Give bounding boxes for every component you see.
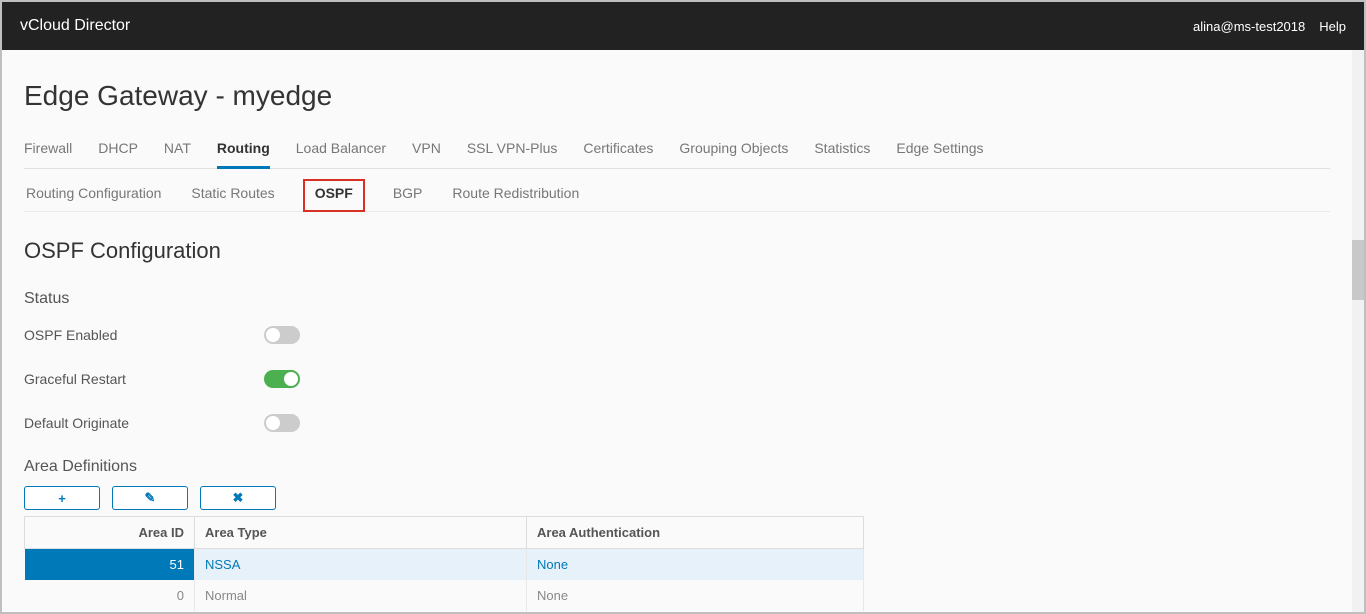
table-body: 51NSSANone0NormalNone (25, 549, 864, 612)
tab-load-balancer[interactable]: Load Balancer (296, 134, 386, 168)
form-label: Default Originate (24, 415, 264, 431)
form-row: Default Originate (24, 414, 1330, 432)
subtab-bgp[interactable]: BGP (391, 179, 425, 211)
add-button[interactable]: + (24, 486, 100, 510)
area-action-buttons: + ✎ ✖ (24, 486, 1330, 510)
help-link[interactable]: Help (1319, 19, 1346, 34)
tab-firewall[interactable]: Firewall (24, 134, 72, 168)
cell-area-type: Normal (195, 580, 527, 611)
main-tabs: Firewall DHCP NAT Routing Load Balancer VPN SS… (24, 134, 1330, 169)
top-bar: vCloud Director alina@ms-test2018 Help (2, 2, 1364, 50)
delete-icon: ✖ (233, 490, 244, 506)
col-area-type[interactable]: Area Type (195, 517, 527, 549)
status-rows: OSPF Enabled Graceful Restart Default Orig… (24, 326, 1330, 432)
sub-tabs: Routing Configuration Static Routes OSPF BG… (24, 179, 1330, 212)
user-link[interactable]: alina@ms-test2018 (1193, 19, 1305, 34)
tab-dhcp[interactable]: DHCP (98, 134, 138, 168)
tab-certificates[interactable]: Certificates (583, 134, 653, 168)
toggle-graceful-restart[interactable] (264, 370, 300, 388)
area-definitions-heading: Area Definitions (24, 458, 1330, 476)
tab-vpn[interactable]: VPN (412, 134, 441, 168)
app-frame: vCloud Director alina@ms-test2018 Help E… (2, 2, 1364, 612)
page-title: Edge Gateway - myedge (24, 80, 1330, 112)
tab-edge-settings[interactable]: Edge Settings (896, 134, 983, 168)
tab-grouping-objects[interactable]: Grouping Objects (679, 134, 788, 168)
top-right: alina@ms-test2018 Help (1193, 19, 1346, 34)
toggle-default-originate[interactable] (264, 414, 300, 432)
cell-area-auth: None (527, 580, 864, 611)
form-label: Graceful Restart (24, 371, 264, 387)
form-label: OSPF Enabled (24, 327, 264, 343)
form-row: OSPF Enabled (24, 326, 1330, 344)
edit-icon: ✎ (145, 490, 156, 506)
tab-statistics[interactable]: Statistics (814, 134, 870, 168)
scrollbar[interactable] (1352, 50, 1364, 612)
table-header-row: Area ID Area Type Area Authentication (25, 517, 864, 549)
tab-nat[interactable]: NAT (164, 134, 191, 168)
area-table: Area ID Area Type Area Authentication 51… (24, 516, 864, 611)
form-row: Graceful Restart (24, 370, 1330, 388)
table-row[interactable]: 51NSSANone (25, 549, 864, 581)
tab-ssl-vpn-plus[interactable]: SSL VPN-Plus (467, 134, 558, 168)
col-area-auth[interactable]: Area Authentication (527, 517, 864, 549)
content-area: Edge Gateway - myedge FirewallDHCPNATRou… (2, 50, 1352, 612)
scrollbar-thumb[interactable] (1352, 240, 1364, 300)
delete-button[interactable]: ✖ (200, 486, 276, 510)
brand: vCloud Director (20, 17, 130, 35)
subtab-ospf[interactable]: OSPF (303, 179, 365, 212)
subtab-route-redistribution[interactable]: Route Redistribution (450, 179, 581, 211)
status-heading: Status (24, 290, 1330, 308)
cell-area-auth: None (527, 549, 864, 581)
cell-area-id: 51 (25, 549, 195, 581)
subtab-routing-configuration[interactable]: Routing Configuration (24, 179, 163, 211)
tab-routing[interactable]: Routing (217, 134, 270, 169)
edit-button[interactable]: ✎ (112, 486, 188, 510)
subtab-static-routes[interactable]: Static Routes (189, 179, 276, 211)
cell-area-id: 0 (25, 580, 195, 611)
toggle-ospf-enabled[interactable] (264, 326, 300, 344)
plus-icon: + (58, 491, 66, 506)
table-row[interactable]: 0NormalNone (25, 580, 864, 611)
section-title: OSPF Configuration (24, 238, 1330, 264)
cell-area-type: NSSA (195, 549, 527, 581)
col-area-id[interactable]: Area ID (25, 517, 195, 549)
